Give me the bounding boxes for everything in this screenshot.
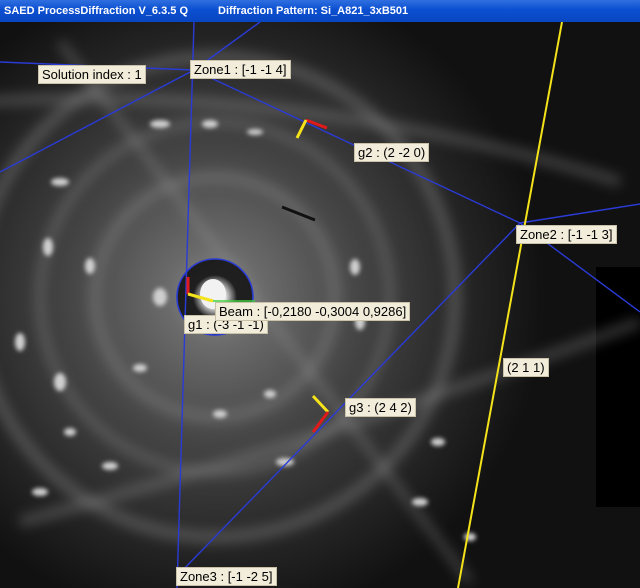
zone1-label[interactable]: Zone1 : [-1 -1 4] — [190, 60, 291, 79]
zone3-label[interactable]: Zone3 : [-1 -2 5] — [176, 567, 277, 586]
pattern-title: Diffraction Pattern: Si_A821_3xB501 — [218, 5, 409, 17]
solution-index-label: Solution index : 1 — [38, 65, 146, 84]
diffraction-pattern-view[interactable]: Solution index : 1 Zone1 : [-1 -1 4] g2 … — [0, 22, 640, 588]
beam-label[interactable]: Beam : [-0,2180 -0,3004 0,9286] — [215, 302, 411, 321]
dark-patch — [596, 267, 640, 507]
zone2-label[interactable]: Zone2 : [-1 -1 3] — [516, 225, 617, 244]
app-title: SAED ProcessDiffraction V_6.3.5 Q — [4, 5, 189, 17]
app-window: SAED ProcessDiffraction V_6.3.5 Q Diffra… — [0, 0, 640, 588]
g3-label[interactable]: g3 : (2 4 2) — [345, 398, 416, 417]
title-bar: SAED ProcessDiffraction V_6.3.5 Q Diffra… — [0, 0, 640, 22]
plane-trace-label[interactable]: (2 1 1) — [503, 358, 549, 377]
g2-label[interactable]: g2 : (2 -2 0) — [354, 143, 430, 162]
